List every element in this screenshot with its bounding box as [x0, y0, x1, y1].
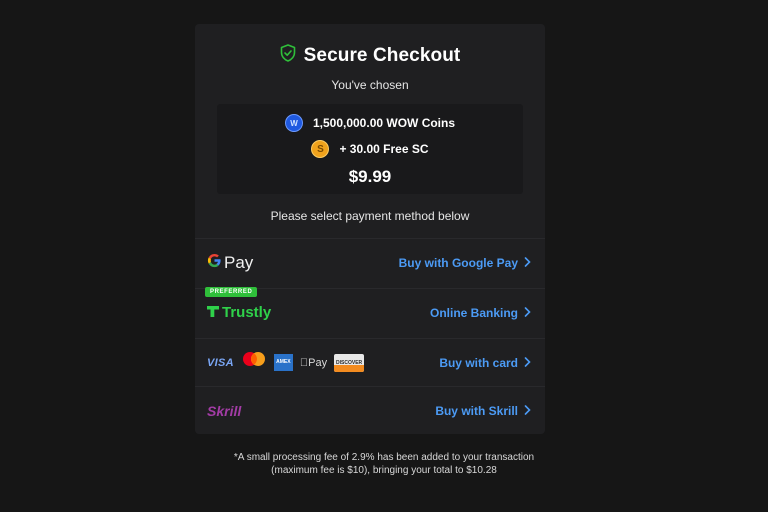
card-option[interactable]: VISA AMEX Pay DISCOVER Buy with card — [195, 338, 545, 386]
trustly-brand: PREFERRED Trustly — [205, 287, 271, 321]
discover-stripe — [334, 364, 365, 372]
buy-with-card-label: Buy with card — [439, 355, 518, 370]
discover-logo: DISCOVER — [327, 353, 365, 372]
skrill-logo: Skrill — [207, 402, 242, 419]
discover-wordmark: DISCOVER — [327, 359, 362, 366]
bonus-row: S + 30.00 Free SC — [217, 140, 523, 158]
checkout-card: Secure Checkout You've chosen W 1,500,00… — [195, 24, 545, 434]
apple-pay-logo: Pay — [300, 357, 327, 369]
trustly-logo: Trustly — [207, 304, 271, 321]
wow-coin-icon: W — [284, 114, 303, 132]
fee-note-line-1: *A small processing fee of 2.9% has been… — [233, 452, 535, 463]
buy-with-skrill-label: Buy with Skrill — [435, 403, 518, 418]
trustly-mark-icon — [207, 304, 219, 321]
skrill-option[interactable]: Skrill Buy with Skrill — [195, 386, 545, 434]
sweeps-coin-icon: S — [311, 140, 330, 158]
coins-amount: 1,500,000.00 WOW Coins — [312, 116, 456, 130]
chevron-right-icon — [524, 356, 531, 370]
google-pay-logo: Pay — [207, 253, 253, 273]
checkout-header: Secure Checkout — [195, 44, 545, 70]
chevron-right-icon — [524, 256, 531, 270]
fee-note-line-2: (maximum fee is $10), bringing your tota… — [271, 465, 497, 476]
price: $9.99 — [348, 167, 392, 186]
shield-check-icon — [280, 44, 296, 67]
google-pay-wordmark: Pay — [224, 252, 254, 272]
preferred-badge: PREFERRED — [205, 287, 258, 297]
apple-pay-wordmark: Pay — [299, 356, 327, 369]
visa-logo: VISA — [207, 356, 234, 369]
google-pay-action-label: Buy with Google Pay — [398, 255, 518, 270]
online-banking-button[interactable]: Online Banking — [430, 306, 531, 320]
coins-row: W 1,500,000.00 WOW Coins — [217, 114, 523, 132]
google-pay-option[interactable]: Pay Buy with Google Pay — [195, 238, 545, 286]
trustly-option[interactable]: PREFERRED Trustly Online Banking — [195, 287, 545, 336]
amex-logo: AMEX — [273, 354, 293, 371]
card-brand-logos: VISA AMEX Pay DISCOVER — [207, 351, 365, 374]
buy-with-skrill-button[interactable]: Buy with Skrill — [435, 404, 531, 418]
chevron-right-icon — [524, 404, 531, 418]
buy-with-card-button[interactable]: Buy with card — [439, 356, 531, 370]
order-summary: W 1,500,000.00 WOW Coins S + 30.00 Free … — [217, 104, 523, 194]
online-banking-label: Online Banking — [429, 305, 518, 320]
payment-instruction: Please select payment method below — [270, 209, 470, 223]
trustly-wordmark: Trustly — [222, 304, 272, 321]
google-pay-button[interactable]: Buy with Google Pay — [399, 256, 531, 270]
apple-icon:  — [300, 357, 308, 369]
chosen-label: You've chosen — [331, 78, 409, 92]
chevron-right-icon — [524, 306, 531, 320]
mastercard-logo — [241, 351, 267, 374]
page-title: Secure Checkout — [303, 44, 461, 66]
google-g-icon — [207, 253, 222, 273]
processing-fee-note: *A small processing fee of 2.9% has been… — [0, 451, 768, 477]
bonus-amount: + 30.00 Free SC — [339, 142, 429, 156]
